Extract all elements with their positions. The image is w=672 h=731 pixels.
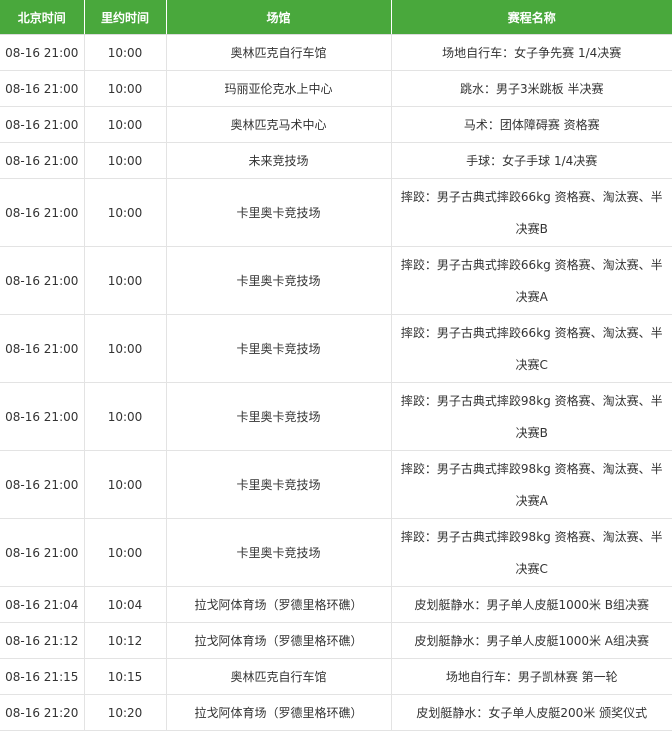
table-row: 08-16 21:00 10:00 奥林匹克马术中心 马术：团体障碍赛 资格赛: [0, 106, 672, 143]
rio-time-cell: 10:12: [83, 622, 167, 659]
venue-cell: 拉戈阿体育场（罗德里格环礁）: [165, 622, 392, 659]
header-row: 北京时间 里约时间 场馆 赛程名称: [0, 0, 672, 35]
rio-time-cell: 10:00: [83, 106, 167, 143]
beijing-time-cell: 08-16 21:00: [0, 142, 85, 179]
event-cell: 摔跤：男子古典式摔跤98kg 资格赛、淘汰赛、半决赛A: [390, 450, 672, 519]
event-cell: 马术：团体障碍赛 资格赛: [390, 106, 672, 143]
table-row: 08-16 21:00 10:00 卡里奥卡竞技场 摔跤：男子古典式摔跤98kg…: [0, 382, 672, 451]
beijing-time-cell: 08-16 21:20: [0, 694, 85, 731]
beijing-time-cell: 08-16 21:00: [0, 34, 85, 71]
rio-time-cell: 10:00: [83, 518, 167, 587]
rio-time-cell: 10:00: [83, 142, 167, 179]
venue-cell: 奥林匹克自行车馆: [165, 658, 392, 695]
beijing-time-cell: 08-16 21:00: [0, 450, 85, 519]
event-cell: 摔跤：男子古典式摔跤66kg 资格赛、淘汰赛、半决赛C: [390, 314, 672, 383]
venue-cell: 玛丽亚伦克水上中心: [165, 70, 392, 107]
venue-cell: 卡里奥卡竞技场: [165, 314, 392, 383]
event-cell: 皮划艇静水：男子单人皮艇1000米 B组决赛: [390, 586, 672, 623]
table-row: 08-16 21:04 10:04 拉戈阿体育场（罗德里格环礁） 皮划艇静水：男…: [0, 586, 672, 623]
table-row: 08-16 21:00 10:00 卡里奥卡竞技场 摔跤：男子古典式摔跤66kg…: [0, 246, 672, 315]
table-row: 08-16 21:00 10:00 玛丽亚伦克水上中心 跳水：男子3米跳板 半决…: [0, 70, 672, 107]
event-cell: 摔跤：男子古典式摔跤98kg 资格赛、淘汰赛、半决赛B: [390, 382, 672, 451]
venue-cell: 奥林匹克马术中心: [165, 106, 392, 143]
table-header: 北京时间 里约时间 场馆 赛程名称: [0, 0, 672, 35]
rio-time-cell: 10:20: [83, 694, 167, 731]
table-row: 08-16 21:12 10:12 拉戈阿体育场（罗德里格环礁） 皮划艇静水：男…: [0, 622, 672, 659]
event-cell: 场地自行车：男子凯林赛 第一轮: [390, 658, 672, 695]
venue-cell: 拉戈阿体育场（罗德里格环礁）: [165, 694, 392, 731]
event-cell: 皮划艇静水：男子单人皮艇1000米 A组决赛: [390, 622, 672, 659]
header-beijing-time: 北京时间: [0, 0, 85, 35]
venue-cell: 卡里奥卡竞技场: [165, 246, 392, 315]
table-row: 08-16 21:00 10:00 奥林匹克自行车馆 场地自行车：女子争先赛 1…: [0, 34, 672, 71]
beijing-time-cell: 08-16 21:00: [0, 106, 85, 143]
venue-cell: 拉戈阿体育场（罗德里格环礁）: [165, 586, 392, 623]
header-venue: 场馆: [166, 0, 392, 35]
rio-time-cell: 10:00: [83, 70, 167, 107]
event-cell: 摔跤：男子古典式摔跤66kg 资格赛、淘汰赛、半决赛B: [390, 178, 672, 247]
beijing-time-cell: 08-16 21:00: [0, 246, 85, 315]
event-cell: 摔跤：男子古典式摔跤66kg 资格赛、淘汰赛、半决赛A: [390, 246, 672, 315]
rio-time-cell: 10:00: [83, 314, 167, 383]
beijing-time-cell: 08-16 21:12: [0, 622, 85, 659]
table-row: 08-16 21:20 10:20 拉戈阿体育场（罗德里格环礁） 皮划艇静水：女…: [0, 694, 672, 731]
rio-time-cell: 10:00: [83, 450, 167, 519]
rio-time-cell: 10:15: [83, 658, 167, 695]
venue-cell: 奥林匹克自行车馆: [165, 34, 392, 71]
rio-time-cell: 10:04: [83, 586, 167, 623]
rio-time-cell: 10:00: [83, 178, 167, 247]
header-rio-time: 里约时间: [84, 0, 167, 35]
table-row: 08-16 21:00 10:00 未来竞技场 手球：女子手球 1/4决赛: [0, 142, 672, 179]
table-row: 08-16 21:00 10:00 卡里奥卡竞技场 摔跤：男子古典式摔跤98kg…: [0, 450, 672, 519]
venue-cell: 卡里奥卡竞技场: [165, 382, 392, 451]
header-event: 赛程名称: [391, 0, 672, 35]
event-cell: 皮划艇静水：女子单人皮艇200米 颁奖仪式: [390, 694, 672, 731]
beijing-time-cell: 08-16 21:00: [0, 314, 85, 383]
event-cell: 摔跤：男子古典式摔跤98kg 资格赛、淘汰赛、半决赛C: [390, 518, 672, 587]
venue-cell: 卡里奥卡竞技场: [165, 178, 392, 247]
table-body: 08-16 21:00 10:00 奥林匹克自行车馆 场地自行车：女子争先赛 1…: [0, 34, 672, 731]
table-row: 08-16 21:00 10:00 卡里奥卡竞技场 摔跤：男子古典式摔跤98kg…: [0, 518, 672, 587]
event-cell: 跳水：男子3米跳板 半决赛: [390, 70, 672, 107]
rio-time-cell: 10:00: [83, 34, 167, 71]
beijing-time-cell: 08-16 21:00: [0, 518, 85, 587]
table-row: 08-16 21:00 10:00 卡里奥卡竞技场 摔跤：男子古典式摔跤66kg…: [0, 178, 672, 247]
venue-cell: 未来竞技场: [165, 142, 392, 179]
beijing-time-cell: 08-16 21:04: [0, 586, 85, 623]
venue-cell: 卡里奥卡竞技场: [165, 450, 392, 519]
rio-time-cell: 10:00: [83, 246, 167, 315]
schedule-table: 北京时间 里约时间 场馆 赛程名称 08-16 21:00 10:00 奥林匹克…: [0, 0, 672, 731]
table-row: 08-16 21:15 10:15 奥林匹克自行车馆 场地自行车：男子凯林赛 第…: [0, 658, 672, 695]
beijing-time-cell: 08-16 21:00: [0, 382, 85, 451]
venue-cell: 卡里奥卡竞技场: [165, 518, 392, 587]
beijing-time-cell: 08-16 21:15: [0, 658, 85, 695]
event-cell: 场地自行车：女子争先赛 1/4决赛: [390, 34, 672, 71]
table-row: 08-16 21:00 10:00 卡里奥卡竞技场 摔跤：男子古典式摔跤66kg…: [0, 314, 672, 383]
event-cell: 手球：女子手球 1/4决赛: [390, 142, 672, 179]
rio-time-cell: 10:00: [83, 382, 167, 451]
beijing-time-cell: 08-16 21:00: [0, 178, 85, 247]
beijing-time-cell: 08-16 21:00: [0, 70, 85, 107]
